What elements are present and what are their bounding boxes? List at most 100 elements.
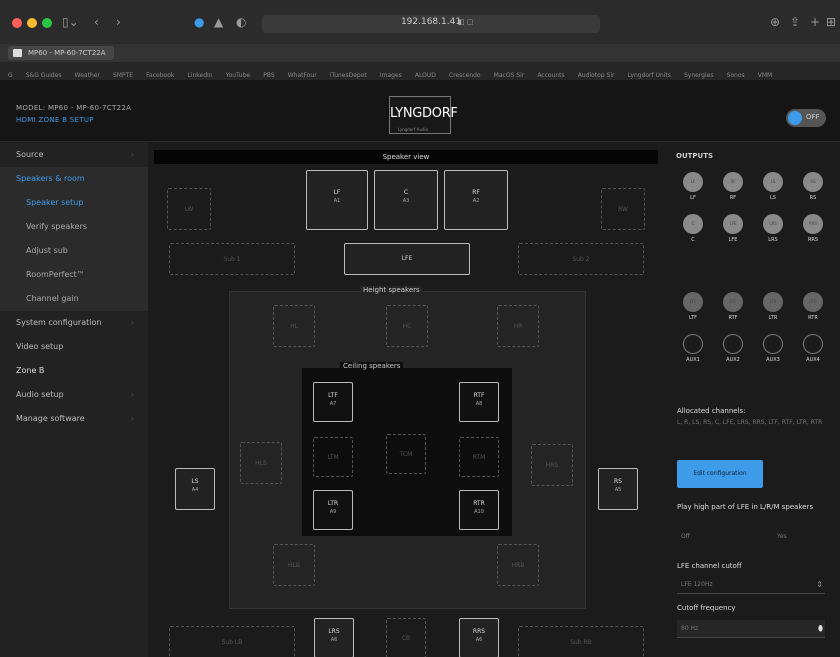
speaker-c[interactable]: C A3 xyxy=(374,170,438,230)
output-aux2[interactable]: AUX2 xyxy=(716,334,750,363)
speaker-sub-rb[interactable]: Sub RB xyxy=(518,626,644,657)
extension-icon[interactable]: ● xyxy=(194,14,204,30)
sidebar-toggle-icon[interactable]: ▯⌄ xyxy=(62,14,79,30)
speaker-sub-1[interactable]: Sub 1 xyxy=(169,243,295,275)
tab-active[interactable]: MP60 - MP-60-7CT22A xyxy=(8,46,114,60)
tab-overview-icon[interactable]: ⊞ xyxy=(826,14,836,30)
stepper-icon[interactable]: ⬮ xyxy=(818,620,823,638)
bookmark-item[interactable]: Facebook xyxy=(146,67,174,80)
speaker-hrb[interactable]: HRB xyxy=(497,544,539,586)
speaker-sub-lb[interactable]: Sub LB xyxy=(169,626,295,657)
bookmark-item[interactable]: Weather xyxy=(75,67,100,80)
bookmark-item[interactable]: iTunesDepot xyxy=(330,67,367,80)
bookmark-item[interactable]: PBS xyxy=(263,67,274,80)
speaker-hl[interactable]: HL xyxy=(273,305,315,347)
output-lf[interactable]: LF LF xyxy=(676,172,710,201)
address-bar[interactable]: 192.168.1.41 ◧ ▢ xyxy=(262,15,600,33)
bookmark-item[interactable]: Synergies xyxy=(684,67,714,80)
sidebar-item-channel-gain[interactable]: Channel gain xyxy=(0,287,148,311)
bookmark-item[interactable]: ALOUD xyxy=(415,67,436,80)
bookmark-item[interactable]: SMPTE xyxy=(113,67,133,80)
download-icon[interactable]: ⊕ xyxy=(770,14,780,30)
speaker-cb[interactable]: CB xyxy=(386,618,426,657)
speaker-lfe[interactable]: LFE xyxy=(344,243,470,275)
sidebar-item-manage-software[interactable]: Manage software › xyxy=(0,407,148,431)
close-window-button[interactable] xyxy=(12,18,22,28)
cutoff-frequency-input[interactable]: 80 Hz ⬮ xyxy=(677,620,825,638)
output-aux3[interactable]: AUX3 xyxy=(756,334,790,363)
bookmark-item[interactable]: MacOS Sir xyxy=(494,67,525,80)
edit-configuration-button[interactable]: Edit configuration xyxy=(677,460,763,488)
bookmark-item[interactable]: S&G Guides xyxy=(26,67,62,80)
output-aux1[interactable]: AUX1 xyxy=(676,334,710,363)
speaker-rrs[interactable]: RRS A6 xyxy=(459,618,499,657)
speaker-sub-2[interactable]: Sub 2 xyxy=(518,243,644,275)
bookmark-item[interactable]: YouTube xyxy=(226,67,250,80)
power-toggle[interactable]: OFF xyxy=(786,109,826,127)
speaker-rw[interactable]: RW xyxy=(601,188,645,230)
bookmark-item[interactable]: LinkedIn xyxy=(187,67,212,80)
output-c[interactable]: CC xyxy=(676,214,710,243)
minimize-window-button[interactable] xyxy=(27,18,37,28)
sidebar-item-source[interactable]: Source › xyxy=(0,143,148,167)
password-icon[interactable]: ▲ xyxy=(214,14,223,30)
output-rrs[interactable]: RRS RRS xyxy=(796,214,830,243)
play-high-lfe-toggle[interactable]: Off Yes xyxy=(677,532,827,544)
output-lrs[interactable]: LRS LRS xyxy=(756,214,790,243)
speaker-lw[interactable]: LW xyxy=(167,188,211,230)
zoom-window-button[interactable] xyxy=(42,18,52,28)
speaker-ls[interactable]: LS A4 xyxy=(175,468,215,510)
forward-icon[interactable]: › xyxy=(116,14,121,30)
lfe-cutoff-select[interactable]: LFE 120Hz ⇕ xyxy=(677,576,825,594)
speaker-hr[interactable]: HR xyxy=(497,305,539,347)
speaker-rtr[interactable]: RTR A10 xyxy=(459,490,499,530)
speaker-hc[interactable]: HC xyxy=(386,305,428,347)
sidebar-item-roomperfect[interactable]: RoomPerfect™ xyxy=(0,263,148,287)
bookmark-item[interactable]: Images xyxy=(380,67,402,80)
sidebar-item-speaker-setup[interactable]: Speaker setup xyxy=(0,191,148,215)
speaker-hrs[interactable]: HRS xyxy=(531,444,573,486)
output-rs[interactable]: RS RS xyxy=(796,172,830,201)
sidebar-item-audio-setup[interactable]: Audio setup › xyxy=(0,383,148,407)
reader-icon[interactable]: ◧ ▢ xyxy=(458,18,473,26)
speaker-hlb[interactable]: HLB xyxy=(273,544,315,586)
speaker-ltf[interactable]: LTF A7 xyxy=(313,382,353,422)
privacy-shield-icon[interactable]: ◐ xyxy=(236,14,246,30)
bookmark-item[interactable]: Audiotop Sir xyxy=(578,67,615,80)
output-lfe[interactable]: LFE LFE xyxy=(716,214,750,243)
bookmark-item[interactable]: G xyxy=(8,67,13,80)
sidebar-item-verify-speakers[interactable]: Verify speakers xyxy=(0,215,148,239)
output-rtr[interactable]: RTR RTR xyxy=(796,292,830,321)
share-icon[interactable]: ⇪ xyxy=(790,14,800,30)
bookmark-item[interactable]: Crescendo xyxy=(449,67,481,80)
sidebar-item-speakers-room[interactable]: Speakers & room xyxy=(0,167,148,191)
sidebar-item-zone-b[interactable]: Zone B xyxy=(0,359,148,383)
output-ltf[interactable]: LTF LTF xyxy=(676,292,710,321)
sidebar-item-system-configuration[interactable]: System configuration › xyxy=(0,311,148,335)
speaker-rtm[interactable]: RTM xyxy=(459,437,499,477)
breadcrumb[interactable]: HDMI ZONE B SETUP xyxy=(16,116,94,124)
speaker-ltr[interactable]: LTR A9 xyxy=(313,490,353,530)
speaker-tcm[interactable]: TCM xyxy=(386,434,426,474)
speaker-lf[interactable]: LF A1 xyxy=(306,170,368,230)
output-ltr[interactable]: LTR LTR xyxy=(756,292,790,321)
speaker-rtf[interactable]: RTF A8 xyxy=(459,382,499,422)
bookmark-item[interactable]: WhatFour xyxy=(288,67,317,80)
speaker-lrs[interactable]: LRS A6 xyxy=(314,618,354,657)
speaker-ltm[interactable]: LTM xyxy=(313,437,353,477)
speaker-rs[interactable]: RS A5 xyxy=(598,468,638,510)
speaker-rf[interactable]: RF A2 xyxy=(444,170,508,230)
new-tab-icon[interactable]: + xyxy=(810,14,820,30)
output-ls[interactable]: LS LS xyxy=(756,172,790,201)
bookmark-item[interactable]: Lyngdorf Units xyxy=(628,67,671,80)
bookmark-item[interactable]: Sonos xyxy=(727,67,745,80)
sidebar-item-video-setup[interactable]: Video setup xyxy=(0,335,148,359)
output-aux4[interactable]: AUX4 xyxy=(796,334,830,363)
speaker-hls[interactable]: HLS xyxy=(240,442,282,484)
output-rtf[interactable]: RTF RTF xyxy=(716,292,750,321)
bookmark-item[interactable]: Accounts xyxy=(537,67,564,80)
bookmark-item[interactable]: VMM xyxy=(758,67,772,80)
output-rf[interactable]: RF RF xyxy=(716,172,750,201)
sidebar-item-adjust-sub[interactable]: Adjust sub xyxy=(0,239,148,263)
back-icon[interactable]: ‹ xyxy=(94,14,99,30)
